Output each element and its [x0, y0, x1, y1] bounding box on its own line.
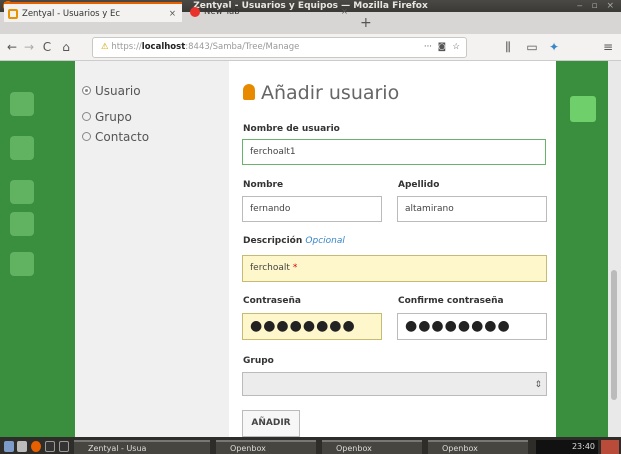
tab-new-tab[interactable]: New Tab ×: [186, 2, 354, 22]
file-manager-icon[interactable]: [17, 441, 27, 452]
group-label: Grupo: [243, 356, 274, 366]
taskbar-item-openbox[interactable]: Openbox: [428, 440, 528, 454]
radio-grupo[interactable]: Grupo: [82, 110, 132, 124]
close-tab-icon[interactable]: ×: [341, 2, 348, 22]
clock: 23:40: [536, 440, 598, 454]
username-input[interactable]: ferchoalt1: [242, 139, 546, 165]
dashboard-icon[interactable]: [10, 92, 34, 116]
library-icon[interactable]: ⫼: [500, 34, 516, 61]
window-controls[interactable]: ‒ ▫ ×: [577, 0, 617, 12]
back-button[interactable]: ←: [4, 34, 20, 61]
taskbar-item-zentyal[interactable]: Zentyal - Usua: [74, 440, 210, 454]
firefox-icon: [190, 7, 200, 17]
new-tab-button[interactable]: +: [360, 12, 372, 34]
network-icon[interactable]: [10, 212, 34, 236]
form-title: Añadir usuario: [243, 82, 399, 104]
taskbar-item-openbox[interactable]: Openbox: [322, 440, 422, 454]
modules-icon[interactable]: [10, 180, 34, 204]
extension-icon[interactable]: ✦: [546, 34, 562, 61]
radio-usuario[interactable]: Usuario: [82, 84, 141, 98]
lock-warning-icon: ⚠: [101, 42, 109, 52]
status-icon[interactable]: [10, 136, 34, 160]
description-label: Descripción Opcional: [243, 236, 345, 246]
zentyal-favicon-icon: [8, 9, 18, 19]
terminal-icon[interactable]: [59, 441, 69, 452]
radio-unchecked-icon: [82, 132, 91, 141]
password-input[interactable]: ●●●●●●●●: [242, 313, 382, 340]
radio-unchecked-icon: [82, 112, 91, 121]
pocket-icon[interactable]: ◙: [438, 38, 446, 57]
user-action-button[interactable]: [570, 96, 596, 122]
radio-checked-icon: [82, 86, 91, 95]
close-tab-icon[interactable]: ×: [169, 4, 176, 22]
user-icon: [243, 84, 255, 100]
group-select[interactable]: ⇕: [242, 372, 547, 396]
optional-hint: Opcional: [305, 236, 345, 246]
reload-button[interactable]: C: [40, 34, 54, 61]
password-label: Contraseña: [243, 296, 301, 306]
tab-zentyal[interactable]: Zentyal - Usuarios y Ec ×: [4, 2, 182, 22]
terminal-icon[interactable]: [45, 441, 55, 452]
bookmark-star-icon[interactable]: ☆: [452, 38, 460, 57]
system-icon[interactable]: [10, 252, 34, 276]
required-marker: *: [292, 263, 298, 273]
forward-button[interactable]: →: [22, 34, 36, 61]
surname-label: Apellido: [398, 180, 440, 190]
home-button[interactable]: ⌂: [58, 34, 74, 61]
tray-icon[interactable]: [601, 440, 619, 454]
scrollbar-thumb[interactable]: [611, 270, 617, 400]
show-desktop-icon[interactable]: [4, 441, 14, 452]
username-label: Nombre de usuario: [243, 124, 340, 134]
taskbar-item-openbox[interactable]: Openbox: [216, 440, 316, 454]
confirm-password-input[interactable]: ●●●●●●●●: [397, 313, 547, 340]
url-bar[interactable]: ⚠ https://localhost:8443/Samba/Tree/Mana…: [92, 37, 467, 58]
menu-icon[interactable]: ≡: [600, 34, 616, 61]
name-input[interactable]: fernando: [242, 196, 382, 222]
select-arrow-icon: ⇕: [534, 380, 542, 390]
description-input[interactable]: ferchoalt *: [242, 255, 547, 282]
sidebar-toggle-icon[interactable]: ▭: [524, 34, 540, 61]
page-actions-icon[interactable]: ···: [424, 38, 432, 57]
radio-contacto[interactable]: Contacto: [82, 130, 149, 144]
add-button[interactable]: AÑADIR: [242, 410, 300, 437]
firefox-launcher-icon[interactable]: [31, 441, 41, 452]
confirm-password-label: Confirme contraseña: [398, 296, 504, 306]
zentyal-nav-sidebar: [0, 61, 75, 437]
name-label: Nombre: [243, 180, 284, 190]
surname-input[interactable]: altamirano: [397, 196, 547, 222]
